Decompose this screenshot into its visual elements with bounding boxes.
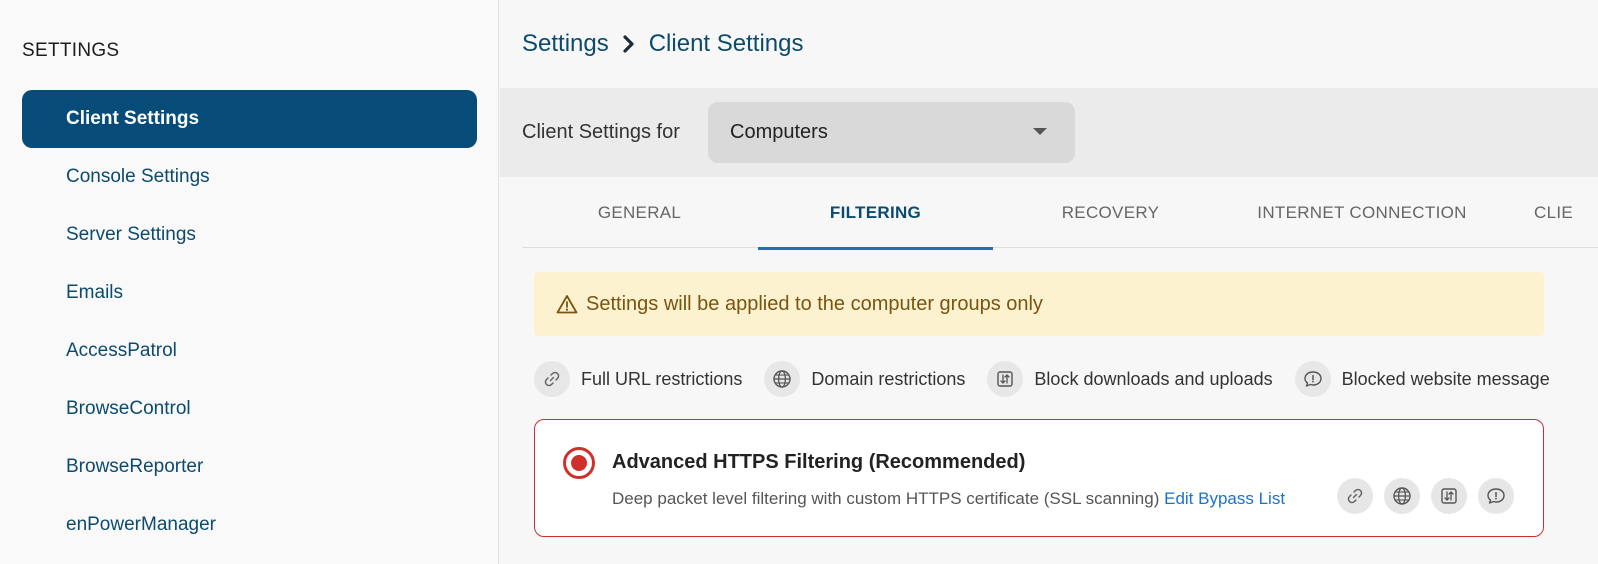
tab-clie[interactable]: CLIE [1534, 177, 1598, 248]
option-feature-icons [1337, 478, 1525, 514]
sidebar-nav: Client Settings Console Settings Server … [22, 90, 477, 554]
option-title: Advanced HTTPS Filtering (Recommended) [612, 451, 1026, 473]
groups-only-alert: Settings will be applied to the computer… [534, 272, 1544, 336]
main-content: Settings Client Settings Client Settings… [500, 0, 1598, 564]
edit-bypass-list-link[interactable]: Edit Bypass List [1164, 489, 1285, 508]
caret-down-icon [1033, 128, 1047, 135]
link-icon [534, 361, 570, 397]
settings-tabs: GENERAL FILTERING RECOVERY INTERNET CONN… [522, 177, 1598, 250]
computers-dropdown[interactable]: Computers [708, 102, 1075, 163]
option-description: Deep packet level filtering with custom … [612, 489, 1160, 508]
message-icon [1478, 478, 1514, 514]
link-icon [1337, 478, 1373, 514]
breadcrumb: Settings Client Settings [522, 30, 803, 58]
transfer-icon [987, 361, 1024, 397]
feature-label: Block downloads and uploads [1034, 368, 1273, 389]
breadcrumb-current: Client Settings [648, 30, 804, 57]
warning-icon [556, 295, 578, 314]
sidebar-item-client-settings[interactable]: Client Settings [22, 90, 477, 148]
advanced-https-radio[interactable] [563, 447, 595, 479]
client-settings-for-label: Client Settings for [522, 121, 680, 143]
sidebar-item-browsecontrol[interactable]: BrowseControl [22, 380, 477, 438]
feature-full-url: Full URL restrictions [534, 361, 742, 397]
chevron-right-icon [617, 32, 641, 56]
radio-selected-dot [571, 455, 587, 471]
tab-internet-connection[interactable]: INTERNET CONNECTION [1228, 177, 1496, 248]
tab-recovery[interactable]: RECOVERY [993, 177, 1228, 248]
advanced-https-filtering-option[interactable]: Advanced HTTPS Filtering (Recommended) D… [534, 419, 1544, 537]
dropdown-selected-value: Computers [730, 121, 828, 143]
active-tab-indicator [758, 247, 993, 250]
tab-label: INTERNET CONNECTION [1257, 202, 1467, 222]
settings-sidebar: SETTINGS Client Settings Console Setting… [0, 0, 499, 564]
sidebar-item-server-settings[interactable]: Server Settings [22, 206, 477, 264]
sidebar-item-accesspatrol[interactable]: AccessPatrol [22, 322, 477, 380]
tab-filtering[interactable]: FILTERING [758, 177, 993, 250]
globe-icon [764, 361, 801, 397]
feature-blocked-message: Blocked website message [1294, 361, 1550, 397]
alert-text: Settings will be applied to the computer… [586, 292, 1043, 315]
message-icon [1294, 361, 1331, 397]
sidebar-item-emails[interactable]: Emails [22, 264, 477, 322]
tab-label: GENERAL [597, 202, 682, 222]
feature-domain: Domain restrictions [764, 361, 965, 397]
transfer-icon [1431, 478, 1467, 514]
feature-block-transfers: Block downloads and uploads [987, 361, 1273, 397]
client-settings-for-bar: Client Settings for Computers [500, 88, 1598, 177]
feature-label: Domain restrictions [811, 368, 966, 389]
globe-icon [1384, 478, 1420, 514]
option-description-row: Deep packet level filtering with custom … [612, 489, 1285, 509]
breadcrumb-settings-link[interactable]: Settings [522, 30, 609, 58]
tab-label: RECOVERY [1061, 202, 1160, 222]
feature-label: Blocked website message [1341, 368, 1550, 389]
sidebar-item-enpowermanager[interactable]: enPowerManager [22, 496, 477, 554]
feature-label: Full URL restrictions [581, 368, 743, 389]
tab-label: CLIE [1534, 202, 1573, 222]
sidebar-heading: SETTINGS [22, 40, 120, 61]
sidebar-item-browsereporter[interactable]: BrowseReporter [22, 438, 477, 496]
tab-general[interactable]: GENERAL [522, 177, 757, 248]
tab-label: FILTERING [829, 202, 922, 222]
sidebar-item-console-settings[interactable]: Console Settings [22, 148, 477, 206]
filtering-features-legend: Full URL restrictions Domain restriction… [534, 361, 1572, 397]
